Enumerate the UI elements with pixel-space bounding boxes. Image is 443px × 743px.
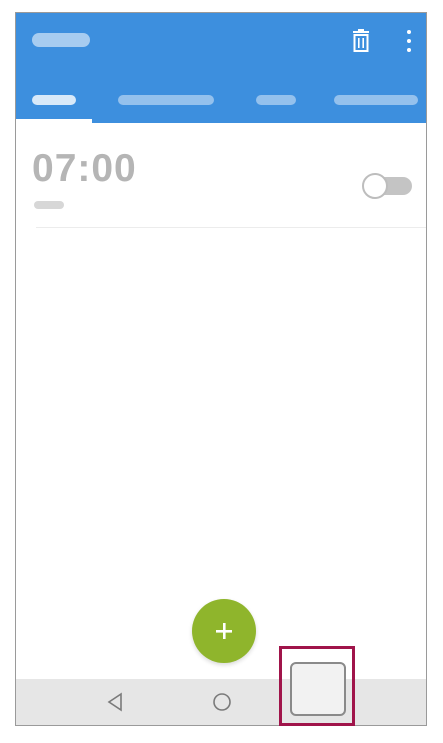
home-circle-icon[interactable] [212,692,232,712]
trash-icon[interactable] [350,29,372,53]
alarm-repeat-label [34,201,64,209]
divider [36,227,426,228]
tab-world-clock[interactable] [118,95,214,105]
toggle-thumb [362,173,388,199]
alarm-item[interactable]: 07:00 [16,125,426,231]
more-vert-icon[interactable] [402,27,416,55]
tab-alarm[interactable] [32,95,76,105]
recents-button-highlight [279,646,355,726]
plus-icon [216,623,232,639]
alarm-toggle[interactable] [362,173,414,199]
tab-bar [16,83,426,123]
add-alarm-button[interactable] [192,599,256,663]
phone-screen: 07:00 [15,12,427,726]
app-bar [16,13,426,123]
alarm-time: 07:00 [32,147,137,190]
navigation-bar [16,679,426,725]
tab-timer[interactable] [256,95,296,105]
tab-indicator [16,119,92,123]
back-triangle-icon[interactable] [106,692,124,712]
app-title [32,33,90,47]
tab-stopwatch[interactable] [334,95,418,105]
